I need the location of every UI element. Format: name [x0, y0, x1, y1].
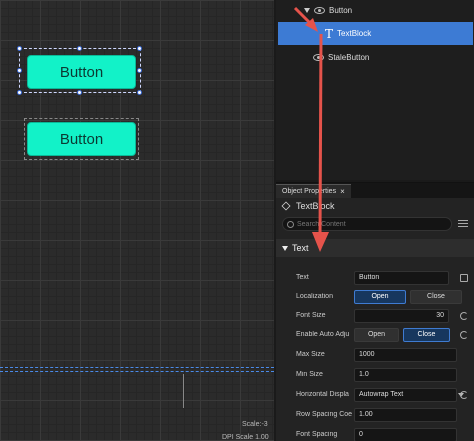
search-row: [276, 214, 474, 234]
collapse-triangle-icon[interactable]: [282, 245, 288, 251]
scale-readout: Scale:-3: [242, 421, 268, 428]
localization-close-button[interactable]: Close: [410, 289, 462, 304]
canvas-button-label: Button: [59, 130, 104, 148]
resize-handle[interactable]: [137, 68, 142, 73]
font-spacing-field[interactable]: 0: [354, 427, 457, 441]
tab-bar: Object Properties ×: [276, 183, 474, 198]
prop-row-row-spacing: Row Spacing Coe 1.00: [276, 405, 474, 424]
reset-icon[interactable]: [460, 311, 468, 320]
hierarchy-item-label: StaleButton: [328, 52, 370, 62]
resize-handle[interactable]: [17, 68, 22, 73]
resize-handle[interactable]: [17, 46, 22, 51]
settings-icon[interactable]: [458, 219, 468, 229]
canvas-button[interactable]: Button: [27, 122, 136, 156]
resize-handle[interactable]: [17, 90, 22, 95]
text-type-icon: T: [325, 26, 334, 41]
section-header-text[interactable]: Text: [276, 239, 474, 257]
guide-line-vertical: [183, 374, 184, 408]
auto-adjust-open-button[interactable]: Open: [354, 327, 399, 342]
prop-row-min-size: Min Size 1.0: [276, 365, 474, 384]
prop-row-horizontal-display: Horizontal Displa Autowrap Text: [276, 385, 474, 404]
design-canvas[interactable]: Button Button Scale:-3 DPI Scale 1.00: [0, 0, 274, 441]
prop-row-localization: Localization Open Close: [276, 287, 474, 306]
max-size-field[interactable]: 1000: [354, 347, 457, 362]
min-size-field[interactable]: 1.0: [354, 367, 457, 382]
prop-label: Font Size: [296, 312, 326, 319]
prop-label: Localization: [296, 293, 333, 300]
hierarchy-item-button[interactable]: Button: [276, 0, 474, 20]
prop-row-text: Text Button: [276, 268, 474, 287]
hierarchy-item-label: TextBlock: [337, 29, 372, 38]
prop-label: Min Size: [296, 371, 323, 378]
prop-label: Horizontal Displa: [296, 391, 349, 398]
row-spacing-field[interactable]: 1.00: [354, 407, 457, 422]
close-icon[interactable]: ×: [340, 187, 345, 196]
prop-label: Font Spacing: [296, 431, 338, 438]
object-name: TextBlock: [296, 201, 335, 211]
prop-row-font-spacing: Font Spacing 0: [276, 425, 474, 441]
hierarchy-item-label: Button: [329, 5, 353, 15]
auto-adjust-close-button[interactable]: Close: [403, 327, 450, 342]
localization-open-button[interactable]: Open: [354, 289, 406, 304]
resize-handle[interactable]: [77, 90, 82, 95]
prop-row-enable-auto-adjust: Enable Auto Adju Open Close: [276, 325, 474, 344]
search-box[interactable]: [282, 217, 452, 231]
horizontal-display-dropdown[interactable]: Autowrap Text: [354, 387, 457, 402]
hierarchy-panel: Button T TextBlock StaleButton: [276, 0, 474, 180]
guide-line: [0, 367, 274, 368]
dpi-scale-readout: DPI Scale 1.00: [222, 434, 269, 441]
reset-icon[interactable]: [460, 330, 468, 339]
hierarchy-item-stalebutton[interactable]: StaleButton: [276, 47, 474, 67]
resize-handle[interactable]: [77, 46, 82, 51]
resize-handle[interactable]: [137, 46, 142, 51]
copy-icon[interactable]: [460, 273, 468, 282]
canvas-button-label: Button: [59, 63, 104, 81]
resize-handle[interactable]: [137, 90, 142, 95]
prop-row-max-size: Max Size 1000: [276, 345, 474, 364]
canvas-button-selected[interactable]: Button: [27, 55, 136, 89]
guide-line: [0, 371, 274, 372]
section-title: Text: [292, 243, 309, 253]
prop-label: Text: [296, 274, 309, 281]
object-properties-panel: Object Properties × TextBlock Text Text …: [276, 182, 474, 441]
prop-label: Max Size: [296, 351, 325, 358]
font-size-field[interactable]: 30: [354, 308, 449, 323]
search-icon: [287, 220, 294, 228]
tab-object-properties[interactable]: Object Properties ×: [276, 184, 351, 198]
cube-icon: [281, 201, 291, 211]
tab-label: Object Properties: [282, 188, 337, 195]
reset-icon[interactable]: [460, 390, 468, 399]
visibility-eye-icon[interactable]: [313, 53, 324, 61]
object-header: TextBlock: [276, 198, 474, 214]
prop-row-font-size: Font Size 30: [276, 306, 474, 325]
prop-label: Enable Auto Adju: [296, 331, 350, 338]
prop-label: Row Spacing Coe: [296, 411, 352, 418]
expand-triangle-icon[interactable]: [304, 7, 310, 13]
hierarchy-item-textblock[interactable]: T TextBlock: [278, 22, 473, 45]
visibility-eye-icon[interactable]: [314, 6, 325, 14]
search-input[interactable]: [297, 220, 451, 228]
text-value-field[interactable]: Button: [354, 270, 449, 285]
